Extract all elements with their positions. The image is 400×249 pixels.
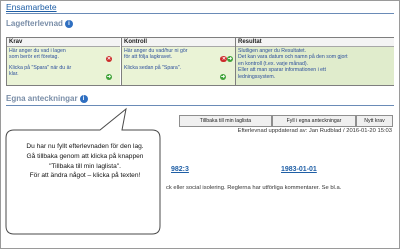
- kontroll-line: Klicka sedan på "Spara".: [124, 64, 182, 71]
- fill-notes-button[interactable]: Fyll i egna anteckningar: [272, 115, 356, 127]
- callout-text: Du har nu fyllt efterlevnaden för den la…: [10, 142, 160, 181]
- kontroll-column[interactable]: Kontroll Här anger du vad/hur ni gör för…: [121, 38, 235, 85]
- help-callout: Du har nu fyllt efterlevnaden för den la…: [4, 106, 164, 238]
- resultat-column[interactable]: Resultat Slutligen anger du Resultatet. …: [221, 38, 394, 85]
- kontroll-header: Kontroll: [122, 38, 235, 47]
- krav-column[interactable]: Krav Här anger du vad i lagen som berör …: [7, 38, 120, 85]
- new-requirement-button[interactable]: Nytt krav: [356, 115, 393, 127]
- callout-line: Gå tillbaka genom att klicka på knappen: [26, 152, 144, 160]
- resultat-line: ledningssystem.: [238, 73, 276, 80]
- save-arrow-icon[interactable]: ➜: [227, 56, 233, 62]
- info-icon[interactable]: i: [79, 95, 88, 103]
- resultat-text[interactable]: Slutligen anger du Resultatet. Det kan v…: [236, 47, 394, 80]
- lagefterlevnad-heading: Lagefterlevnad i: [6, 19, 73, 28]
- callout-line: Du har nu fyllt efterlevnaden för den la…: [26, 143, 144, 150]
- resultat-header: Resultat: [236, 38, 394, 47]
- lagefterlevnad-title: Lagefterlevnad: [6, 19, 63, 28]
- callout-line: För att ändra något – klicka på texten!: [29, 172, 141, 180]
- delete-icon[interactable]: ✕: [106, 56, 112, 62]
- krav-buttons: ✕ ➜: [106, 47, 120, 83]
- save-arrow-icon[interactable]: ➜: [220, 74, 226, 80]
- app-frame: Ensamarbete Lagefterlevnad i Krav Här ang…: [0, 0, 400, 249]
- save-arrow-icon[interactable]: ➜: [106, 74, 112, 80]
- krav-header: Krav: [7, 38, 120, 47]
- page-title-link[interactable]: Ensamarbete: [6, 2, 57, 12]
- back-to-list-button[interactable]: Tillbaka till min laglista: [179, 115, 272, 127]
- law-description: ck eller social isolering. Reglerna har …: [166, 185, 342, 191]
- law-date-link[interactable]: 1983-01-01: [281, 166, 317, 173]
- info-icon[interactable]: i: [64, 20, 73, 28]
- kontroll-text[interactable]: Här anger du vad/hur ni gör för att följ…: [122, 47, 235, 71]
- title-divider: [6, 13, 394, 14]
- notes-title: Egna anteckningar: [6, 94, 78, 103]
- krav-text[interactable]: Här anger du vad i lagen som berör ert f…: [7, 47, 120, 78]
- callout-line: "Tillbaka till min laglista".: [49, 162, 121, 170]
- law-number-link[interactable]: 982:3: [171, 166, 189, 173]
- efterlevnad-grid: Krav Här anger du vad i lagen som berör …: [6, 37, 394, 86]
- resultat-buttons: ✕ ➜: [221, 47, 233, 65]
- updated-status: Efterlevnad uppdaterad av: Jan Rudblad /…: [237, 128, 392, 134]
- notes-heading: Egna anteckningar i: [6, 94, 88, 103]
- krav-line: klar.: [9, 71, 19, 78]
